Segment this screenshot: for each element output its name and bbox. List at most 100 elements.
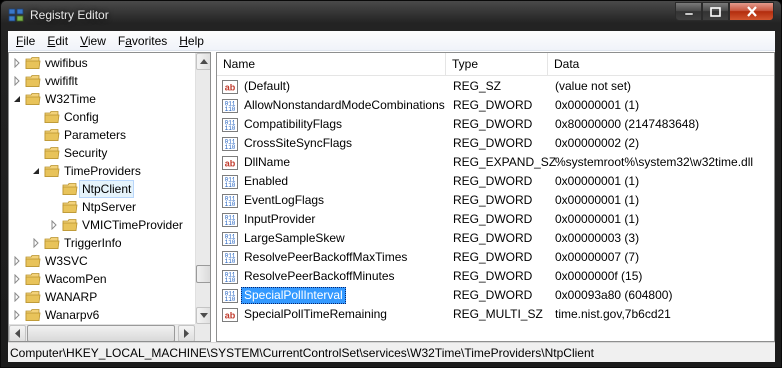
tree-collapsed-arrow-icon[interactable] [12,58,22,68]
menu-help-label: elp [187,33,204,48]
maximize-icon [710,6,721,17]
menu-favorites-label: vorites [131,33,168,48]
tree-item-label: Parameters [64,128,127,142]
value-row[interactable]: ab SpecialPollTimeRemaining REG_MULTI_SZ ti… [217,305,774,324]
value-row[interactable]: 011 110 AllowNonstandardModeCombinations RE… [217,96,774,115]
tree-collapsed-arrow-icon[interactable] [49,220,59,230]
binary-value-icon: 011 110 [222,174,238,190]
menu-favorites[interactable]: Favorites [112,31,173,51]
tree-vertical-scroll-thumb[interactable] [196,265,210,283]
title-bar[interactable]: Registry Editor [1,1,781,30]
menu-view[interactable]: View [74,31,112,51]
binary-value-icon: 011 110 [222,117,238,133]
svg-text:ab: ab [225,159,236,169]
tree-item[interactable]: W32Time [9,90,195,108]
scroll-left-button[interactable] [9,325,26,341]
value-type: REG_DWORD [453,269,533,283]
tree-item-label: Security [64,146,108,160]
close-icon [746,6,757,17]
tree-item-label: Config [64,110,99,124]
key-tree-pane[interactable]: vwifibus vwififlt W32Time Config Parameters S… [8,52,211,342]
tree-item[interactable]: WANARP [9,288,195,306]
caption-buttons [675,2,774,21]
binary-value-icon: 011 110 [222,98,238,114]
menu-file-label: ile [23,33,36,48]
tree-collapsed-arrow-icon[interactable] [12,76,22,86]
minimize-button[interactable] [675,2,702,21]
tree-vertical-scrollbar[interactable] [195,53,210,324]
binary-value-icon: 011 110 [222,136,238,152]
value-data: time.nist.gov,7b6cd21 [555,307,671,321]
column-header-data[interactable]: Data [548,53,774,76]
tree-item[interactable]: Config [9,108,195,126]
svg-text:110: 110 [225,182,236,189]
column-header-name[interactable]: Name [217,53,446,76]
menu-file[interactable]: File [10,31,41,51]
svg-text:ab: ab [225,83,236,93]
value-row[interactable]: 011 110 Enabled REG_DWORD 0x00000001 (1) [217,172,774,191]
tree-horizontal-scroll-thumb[interactable] [27,325,175,341]
tree-item[interactable]: WacomPen [9,270,195,288]
menu-edit-label: dit [55,33,69,48]
value-row[interactable]: 011 110 ResolvePeerBackoffMinutes REG_DWORD… [217,267,774,286]
maximize-button[interactable] [702,2,729,21]
tree-expanded-arrow-icon[interactable] [31,166,41,176]
value-data: 0x00000003 (3) [555,231,640,245]
value-name: ResolvePeerBackoffMinutes [244,269,395,283]
svg-text:110: 110 [225,125,236,132]
minimize-icon [684,12,693,15]
tree-item[interactable]: TimeProviders [9,162,195,180]
value-row[interactable]: 011 110 LargeSampleSkew REG_DWORD 0x00000003… [217,229,774,248]
tree-collapsed-arrow-icon[interactable] [12,310,22,320]
value-data: 0x0000000f (15) [555,269,643,283]
current-key-path: Computer\HKEY_LOCAL_MACHINE\SYSTEM\Curre… [10,346,594,360]
scroll-up-button[interactable] [196,53,210,70]
value-type: REG_DWORD [453,117,533,131]
tree-collapsed-arrow-icon[interactable] [12,274,22,284]
tree-item[interactable]: W3SVC [9,252,195,270]
value-type: REG_DWORD [453,136,533,150]
tree-horizontal-scrollbar[interactable] [9,324,195,341]
tree-item[interactable]: Security [9,144,195,162]
tree-expanded-arrow-icon[interactable] [12,94,22,104]
menu-help[interactable]: Help [173,31,210,51]
tree-item[interactable]: Wanarpv6 [9,306,195,324]
value-row[interactable]: 011 110 ResolvePeerBackoffMaxTimes REG_DWOR… [217,248,774,267]
scroll-right-button[interactable] [178,325,195,341]
tree-item-label: TriggerInfo [64,236,122,250]
column-header-type[interactable]: Type [446,53,548,76]
tree-item[interactable]: NtpClient [9,180,195,198]
tree-item[interactable]: VMICTimeProvider [9,216,195,234]
value-row[interactable]: 011 110 SpecialPollInterval REG_DWORD 0x0009… [217,286,774,305]
string-value-icon: ab [222,307,238,323]
tree-collapsed-arrow-icon[interactable] [31,238,41,248]
close-button[interactable] [729,2,774,21]
value-type: REG_DWORD [453,212,533,226]
tree-item[interactable]: TriggerInfo [9,234,195,252]
tree-item[interactable]: NtpServer [9,198,195,216]
tree-collapsed-arrow-icon[interactable] [12,292,22,302]
value-row[interactable]: 011 110 InputProvider REG_DWORD 0x00000001 (… [217,210,774,229]
scroll-down-button[interactable] [196,307,210,324]
values-list-header: Name Type Data [217,53,774,76]
arrow-right-icon [184,329,189,338]
value-row[interactable]: ab (Default) REG_SZ (value not set) [217,77,774,96]
tree-item[interactable]: Parameters [9,126,195,144]
value-data: 0x00000001 (1) [555,212,640,226]
tree-item[interactable]: vwififlt [9,72,195,90]
value-row[interactable]: 011 110 CrossSiteSyncFlags REG_DWORD 0x00000… [217,134,774,153]
tree-collapsed-arrow-icon[interactable] [12,256,22,266]
value-row[interactable]: 011 110 CompatibilityFlags REG_DWORD 0x80000… [217,115,774,134]
svg-text:110: 110 [225,258,236,265]
value-row[interactable]: 011 110 EventLogFlags REG_DWORD 0x00000001 (… [217,191,774,210]
value-data: 0x00000001 (1) [555,174,640,188]
folder-icon [62,181,78,197]
value-row[interactable]: ab DllName REG_EXPAND_SZ %systemroot%\syste… [217,153,774,172]
values-list-pane[interactable]: Name Type Data ab (Default) REG_SZ (value n… [216,52,775,342]
value-name: DllName [244,155,291,169]
menu-edit[interactable]: Edit [41,31,74,51]
binary-value-icon: 011 110 [222,269,238,285]
svg-text:110: 110 [225,220,236,227]
registry-editor-app-icon [8,8,24,22]
tree-item[interactable]: vwifibus [9,54,195,72]
